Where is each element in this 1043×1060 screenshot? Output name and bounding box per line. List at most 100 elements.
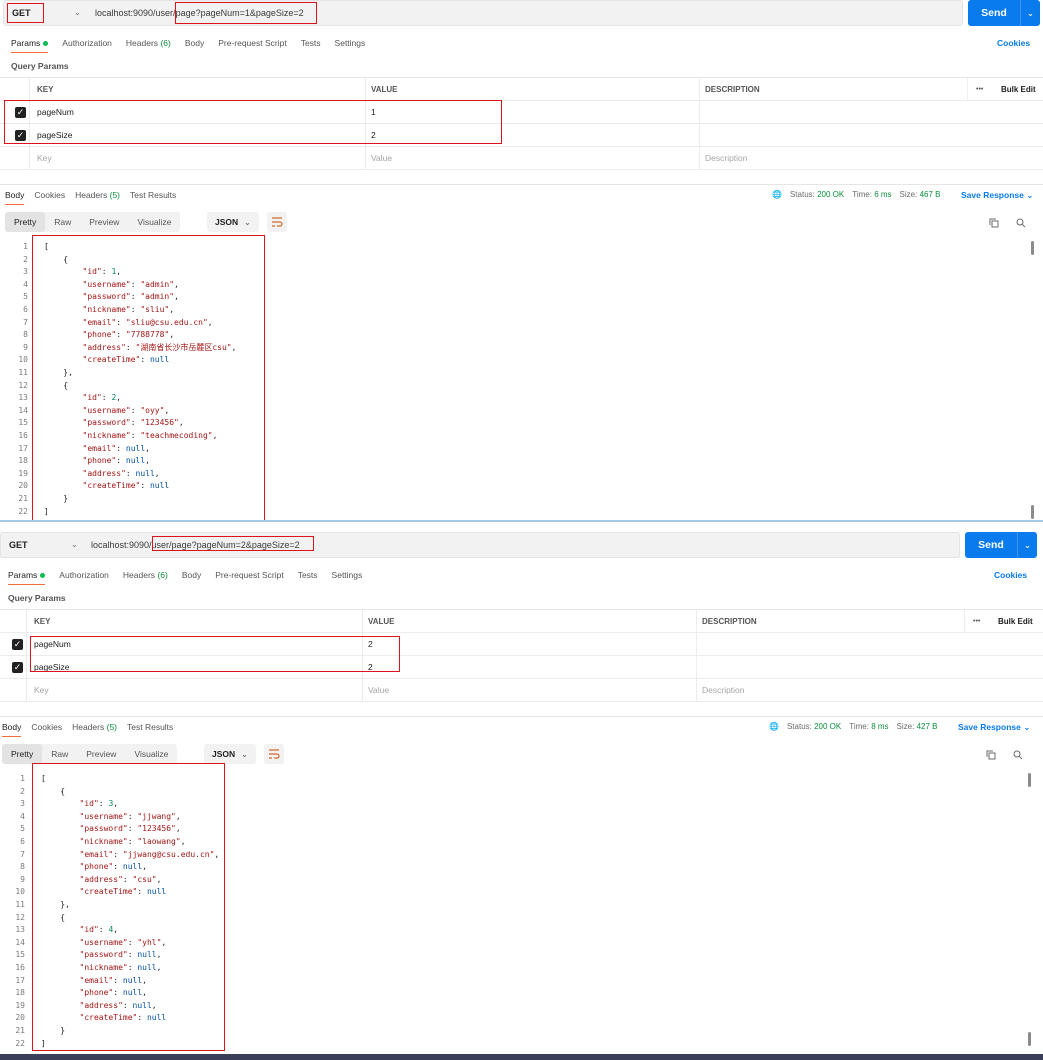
line-number: 2: [23, 254, 28, 264]
tab-response-headers[interactable]: Headers (5): [72, 722, 117, 737]
tab-raw[interactable]: Raw: [42, 744, 77, 764]
line-number: 16: [15, 963, 25, 972]
send-button[interactable]: Send ⌄: [968, 0, 1040, 26]
tab-response-cookies[interactable]: Cookies: [34, 190, 65, 205]
save-response-button[interactable]: Save Response ⌄: [958, 722, 1030, 733]
table-row: ✓ pageSize 2: [0, 124, 1043, 147]
save-response-button[interactable]: Save Response ⌄: [961, 190, 1033, 201]
tab-visualize[interactable]: Visualize: [128, 212, 180, 232]
more-icon[interactable]: •••: [973, 610, 980, 633]
cookies-link[interactable]: Cookies: [994, 570, 1027, 580]
search-icon[interactable]: [1012, 749, 1024, 761]
json-format-select[interactable]: JSON ⌄: [204, 744, 256, 764]
url-input[interactable]: localhost:9090/user/page?pageNum=2&pageS…: [91, 540, 300, 550]
checkbox-checked-icon[interactable]: ✓: [12, 662, 23, 673]
param-key[interactable]: pageSize: [34, 656, 69, 679]
description-placeholder[interactable]: Description: [705, 147, 748, 170]
tab-params[interactable]: Params: [8, 570, 46, 585]
line-number: 9: [20, 874, 25, 884]
response-code-view[interactable]: 1[2 {3 "id": 3, 4 "username": "jjwang", 5 …: [0, 773, 1027, 1053]
scrollbar-thumb[interactable]: [1028, 773, 1031, 787]
param-value[interactable]: 1: [371, 101, 376, 124]
tab-body[interactable]: Body: [185, 38, 204, 53]
bulk-edit-button[interactable]: Bulk Edit: [998, 610, 1033, 633]
json-format-select[interactable]: JSON ⌄: [207, 212, 259, 232]
copy-icon[interactable]: [985, 749, 997, 761]
tab-visualize[interactable]: Visualize: [125, 744, 177, 764]
code-line: {: [41, 912, 66, 922]
code-line: "phone": "7788778",: [82, 330, 175, 340]
value-placeholder[interactable]: Value: [371, 147, 392, 170]
tab-authorization[interactable]: Authorization: [62, 38, 112, 53]
checkbox-checked-icon[interactable]: ✓: [12, 639, 23, 650]
bulk-edit-button[interactable]: Bulk Edit: [1001, 78, 1036, 101]
param-key[interactable]: pageNum: [37, 101, 74, 124]
tab-settings[interactable]: Settings: [332, 570, 363, 585]
method-select[interactable]: GET: [9, 540, 28, 550]
scrollbar-thumb[interactable]: [1031, 505, 1034, 519]
cookies-link[interactable]: Cookies: [997, 38, 1030, 48]
scrollbar-thumb[interactable]: [1031, 241, 1034, 255]
more-icon[interactable]: •••: [976, 78, 983, 101]
tab-response-body[interactable]: Body: [5, 190, 25, 205]
status-badge: 200 OK: [817, 190, 845, 199]
value-placeholder[interactable]: Value: [368, 679, 389, 702]
copy-icon[interactable]: [988, 217, 1000, 229]
line-number: 20: [18, 481, 28, 491]
code-line: [: [44, 242, 49, 251]
key-placeholder[interactable]: Key: [37, 147, 52, 170]
tab-preview[interactable]: Preview: [80, 212, 128, 232]
format-tabs: Pretty Raw Preview Visualize: [2, 744, 178, 764]
tab-tests[interactable]: Tests: [298, 570, 318, 585]
tab-tests[interactable]: Tests: [301, 38, 321, 53]
tab-response-cookies[interactable]: Cookies: [31, 722, 62, 737]
param-key[interactable]: pageSize: [37, 124, 72, 147]
tab-response-headers[interactable]: Headers (5): [75, 190, 120, 205]
scrollbar-thumb[interactable]: [1028, 1032, 1031, 1046]
tab-raw[interactable]: Raw: [45, 212, 80, 232]
wrap-lines-icon[interactable]: [267, 212, 287, 232]
url-input[interactable]: localhost:9090/user/page?pageNum=1&pageS…: [95, 8, 304, 18]
key-placeholder[interactable]: Key: [34, 679, 49, 702]
checkbox-checked-icon[interactable]: ✓: [15, 107, 26, 118]
line-number: 13: [15, 925, 25, 935]
tab-test-results[interactable]: Test Results: [130, 190, 176, 205]
line-number: 17: [15, 975, 25, 985]
tab-prerequest-script[interactable]: Pre-request Script: [218, 38, 287, 53]
chevron-down-icon[interactable]: ⌄: [1017, 532, 1037, 558]
response-code-view[interactable]: 1 [2 {3 "id": 1, 4 "username": "admin", 5 "…: [0, 241, 1030, 521]
param-value[interactable]: 2: [368, 633, 373, 656]
param-value[interactable]: 2: [368, 656, 373, 679]
response-status: 🌐 Status: 200 OK Time: 6 ms Size: 467 B: [772, 190, 941, 199]
description-placeholder[interactable]: Description: [702, 679, 745, 702]
chevron-down-icon[interactable]: ⌄: [1020, 0, 1040, 26]
tab-headers[interactable]: Headers (6): [123, 570, 168, 585]
tab-pretty[interactable]: Pretty: [2, 744, 43, 764]
param-value[interactable]: 2: [371, 124, 376, 147]
wrap-lines-icon[interactable]: [264, 744, 284, 764]
globe-icon[interactable]: 🌐: [772, 190, 782, 199]
globe-icon[interactable]: 🌐: [769, 722, 779, 731]
tab-prerequest-script[interactable]: Pre-request Script: [215, 570, 284, 585]
param-key[interactable]: pageNum: [34, 633, 71, 656]
search-icon[interactable]: [1015, 217, 1027, 229]
code-line: [: [41, 774, 46, 783]
code-line: "nickname": "laowang",: [79, 837, 186, 846]
tab-body[interactable]: Body: [182, 570, 201, 585]
tab-settings[interactable]: Settings: [335, 38, 366, 53]
send-button[interactable]: Send ⌄: [965, 532, 1037, 558]
tab-pretty[interactable]: Pretty: [5, 212, 46, 232]
tab-test-results[interactable]: Test Results: [127, 722, 173, 737]
chevron-down-icon[interactable]: ⌄: [74, 8, 81, 17]
chevron-down-icon[interactable]: ⌄: [71, 540, 78, 549]
table-header-row: KEY VALUE DESCRIPTION ••• Bulk Edit: [0, 610, 1043, 633]
tab-authorization[interactable]: Authorization: [59, 570, 109, 585]
tab-response-body[interactable]: Body: [2, 722, 22, 737]
send-label: Send: [981, 7, 1007, 19]
checkbox-checked-icon[interactable]: ✓: [15, 130, 26, 141]
tab-preview[interactable]: Preview: [77, 744, 125, 764]
code-line: },: [41, 900, 70, 909]
tab-params[interactable]: Params: [11, 38, 49, 53]
tab-headers[interactable]: Headers (6): [126, 38, 171, 53]
method-select[interactable]: GET: [12, 8, 31, 18]
